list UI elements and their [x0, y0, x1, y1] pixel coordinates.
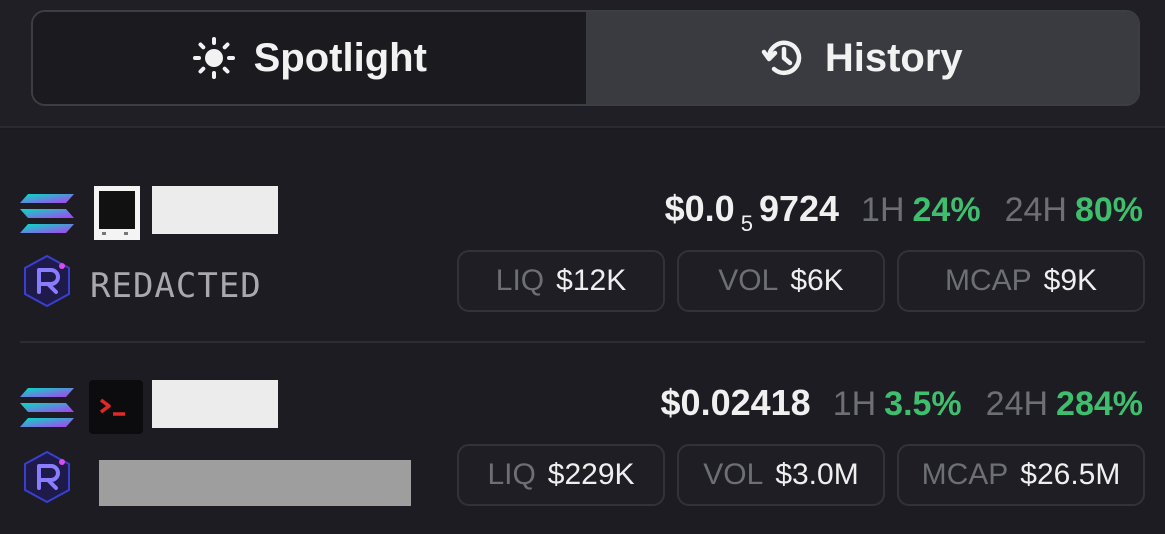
- token-symbol-redacted: [152, 186, 278, 234]
- raydium-icon: [20, 254, 74, 308]
- price-line: $0.0 5 9724 1H 24% 24H 80%: [665, 188, 1143, 237]
- mcap-value: $9K: [1043, 264, 1098, 297]
- token-row[interactable]: REDACTED $0.0 5 9724 1H 24% 24H 80% LIQ $1…: [0, 130, 1165, 342]
- raydium-icon: [20, 450, 74, 504]
- solana-icon: [20, 386, 74, 430]
- tab-history-label: History: [824, 35, 963, 80]
- market-cap-stat: MCAP $26.5M: [897, 444, 1145, 506]
- token-list: REDACTED $0.0 5 9724 1H 24% 24H 80% LIQ $1…: [0, 130, 1165, 534]
- liq-value: $12K: [556, 264, 627, 297]
- history-icon: [761, 35, 807, 81]
- change-1h-label: 1H: [861, 191, 905, 229]
- vol-value: $3.0M: [775, 458, 859, 491]
- token-row[interactable]: $0.02418 1H 3.5% 24H 284% LIQ $229K VOL …: [0, 342, 1165, 534]
- mcap-label: MCAP: [921, 458, 1009, 491]
- change-1h-value: 3.5%: [884, 385, 962, 423]
- vol-label: VOL: [718, 264, 779, 297]
- mcap-label: MCAP: [944, 264, 1032, 297]
- liquidity-stat: LIQ $12K: [457, 250, 665, 312]
- tab-switcher: Spotlight History: [31, 10, 1140, 106]
- change-24h-label: 24H: [1004, 191, 1067, 229]
- vol-label: VOL: [703, 458, 764, 491]
- top-bar: Spotlight History: [0, 0, 1165, 128]
- liq-label: LIQ: [495, 264, 545, 297]
- change-24h-value: 284%: [1056, 385, 1143, 423]
- vol-value: $6K: [790, 264, 844, 297]
- token-stats: LIQ $229K VOL $3.0M MCAP $26.5M: [457, 444, 1145, 506]
- liq-value: $229K: [547, 458, 635, 491]
- token-price: $0.0 5 9724: [664, 188, 840, 236]
- terminal-icon: [89, 380, 143, 434]
- change-24h-value: 80%: [1074, 191, 1143, 229]
- liq-label: LIQ: [487, 458, 536, 491]
- solana-icon: [20, 192, 74, 236]
- tab-spotlight[interactable]: Spotlight: [33, 12, 586, 104]
- change-1h-value: 24%: [912, 191, 981, 229]
- token-price: $0.02418: [660, 382, 811, 423]
- liquidity-stat: LIQ $229K: [457, 444, 665, 506]
- sun-icon: [192, 36, 236, 80]
- token-stats: LIQ $12K VOL $6K MCAP $9K: [457, 250, 1145, 312]
- token-name-redacted: [99, 460, 411, 506]
- market-cap-stat: MCAP $9K: [897, 250, 1145, 312]
- volume-stat: VOL $3.0M: [677, 444, 885, 506]
- change-24h-label: 24H: [985, 385, 1049, 423]
- volume-stat: VOL $6K: [677, 250, 885, 312]
- mcap-value: $26.5M: [1020, 458, 1121, 491]
- token-symbol-redacted: [152, 380, 278, 428]
- price-zero-count: 5: [740, 211, 753, 236]
- square-token-icon: [94, 186, 140, 240]
- price-line: $0.02418 1H 3.5% 24H 284%: [661, 382, 1143, 424]
- tab-history[interactable]: History: [585, 12, 1138, 104]
- tab-spotlight-label: Spotlight: [253, 35, 427, 80]
- change-1h-label: 1H: [832, 385, 877, 423]
- token-name: REDACTED: [90, 266, 262, 306]
